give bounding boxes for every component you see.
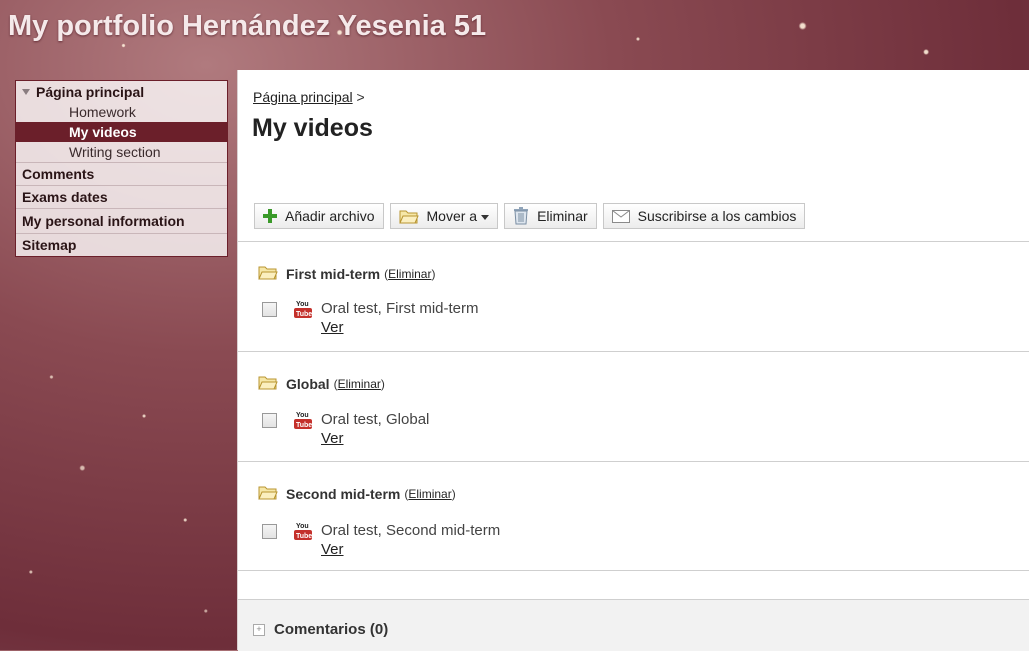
chevron-down-icon xyxy=(481,208,490,224)
sidebar-item-personal-information[interactable]: My personal information xyxy=(16,209,227,234)
folder-icon xyxy=(258,265,278,283)
page-title: My videos xyxy=(252,114,373,142)
view-link[interactable]: Ver xyxy=(321,429,429,448)
sidebar: Página principal Homework My videos Writ… xyxy=(15,80,228,257)
sidebar-item-writing-section[interactable]: Writing section xyxy=(16,142,227,163)
envelope-icon xyxy=(611,209,630,223)
folder-delete: (Eliminar) xyxy=(333,377,385,391)
sidebar-item-homework[interactable]: Homework xyxy=(16,102,227,122)
file-item: You Tube Oral test, First mid-term Ver xyxy=(262,299,479,337)
youtube-icon: You Tube xyxy=(293,410,313,434)
toolbar: Añadir archivo Mover a Eliminar Suscribi… xyxy=(254,203,806,229)
file-name: Oral test, Global xyxy=(321,411,430,428)
add-file-label: Añadir archivo xyxy=(285,208,375,224)
file-item: You Tube Oral test, Global Ver xyxy=(262,410,429,448)
divider xyxy=(238,461,1029,462)
file-name: Oral test, Second mid-term xyxy=(321,522,501,539)
breadcrumb-separator: > xyxy=(356,89,365,105)
move-to-button[interactable]: Mover a xyxy=(389,203,499,229)
breadcrumb: Página principal > xyxy=(253,89,365,105)
folder-icon xyxy=(398,209,419,224)
comments-bar: + Comentarios (0) xyxy=(238,599,1029,651)
divider xyxy=(238,570,1029,571)
youtube-icon: You Tube xyxy=(293,521,313,545)
trash-icon xyxy=(513,207,529,225)
site-title: My portfolio Hernández Yesenia 51 xyxy=(8,10,487,42)
delete-label: Eliminar xyxy=(537,208,588,224)
breadcrumb-link-home[interactable]: Página principal xyxy=(253,89,353,105)
file-checkbox[interactable] xyxy=(262,413,277,428)
svg-text:Tube: Tube xyxy=(296,311,312,318)
svg-text:You: You xyxy=(296,412,309,419)
site-header: My portfolio Hernández Yesenia 51 xyxy=(0,0,1029,66)
sidebar-item-comments[interactable]: Comments xyxy=(16,163,227,186)
sidebar-item-my-videos[interactable]: My videos xyxy=(16,122,227,142)
sidebar-item-label: Página principal xyxy=(36,84,145,100)
sidebar-item-pagina-principal[interactable]: Página principal xyxy=(16,81,227,102)
delete-button[interactable]: Eliminar xyxy=(504,203,597,229)
svg-text:You: You xyxy=(296,523,309,530)
add-file-button[interactable]: Añadir archivo xyxy=(254,203,384,229)
subscribe-label: Suscribirse a los cambios xyxy=(637,208,797,224)
expand-triangle-icon[interactable] xyxy=(22,89,30,95)
sidebar-item-sitemap[interactable]: Sitemap xyxy=(16,234,227,256)
divider xyxy=(238,351,1029,352)
move-to-label: Mover a xyxy=(426,208,478,224)
folder-delete-link[interactable]: Eliminar xyxy=(338,377,381,391)
folder-name: Second mid-term xyxy=(286,486,401,502)
svg-text:Tube: Tube xyxy=(296,422,312,429)
folder-header-global: Global (Eliminar) xyxy=(258,375,385,393)
svg-text:You: You xyxy=(296,301,309,308)
folder-icon xyxy=(258,375,278,393)
file-checkbox[interactable] xyxy=(262,302,277,317)
file-item: You Tube Oral test, Second mid-term Ver xyxy=(262,521,500,559)
folder-icon xyxy=(258,485,278,503)
folder-header-first-mid-term: First mid-term (Eliminar) xyxy=(258,265,435,283)
folder-header-second-mid-term: Second mid-term (Eliminar) xyxy=(258,485,456,503)
folder-delete: (Eliminar) xyxy=(384,267,436,281)
folder-delete: (Eliminar) xyxy=(404,487,456,501)
comments-toggle[interactable]: + Comentarios (0) xyxy=(253,621,388,638)
youtube-icon: You Tube xyxy=(293,299,313,323)
file-name: Oral test, First mid-term xyxy=(321,300,479,317)
folder-delete-link[interactable]: Eliminar xyxy=(408,487,451,501)
expand-plus-icon[interactable]: + xyxy=(253,623,265,636)
view-link[interactable]: Ver xyxy=(321,318,479,337)
svg-text:Tube: Tube xyxy=(296,533,312,540)
file-checkbox[interactable] xyxy=(262,524,277,539)
folder-name: Global xyxy=(286,376,330,392)
sidebar-item-exams-dates[interactable]: Exams dates xyxy=(16,186,227,209)
comments-label: Comentarios (0) xyxy=(274,621,389,638)
folder-name: First mid-term xyxy=(286,266,381,282)
folder-delete-link[interactable]: Eliminar xyxy=(388,267,431,281)
main-content: Página principal > My videos Añadir arch… xyxy=(237,70,1029,651)
view-link[interactable]: Ver xyxy=(321,540,500,559)
subscribe-button[interactable]: Suscribirse a los cambios xyxy=(602,203,806,229)
plus-icon xyxy=(263,209,277,223)
divider xyxy=(238,241,1029,242)
